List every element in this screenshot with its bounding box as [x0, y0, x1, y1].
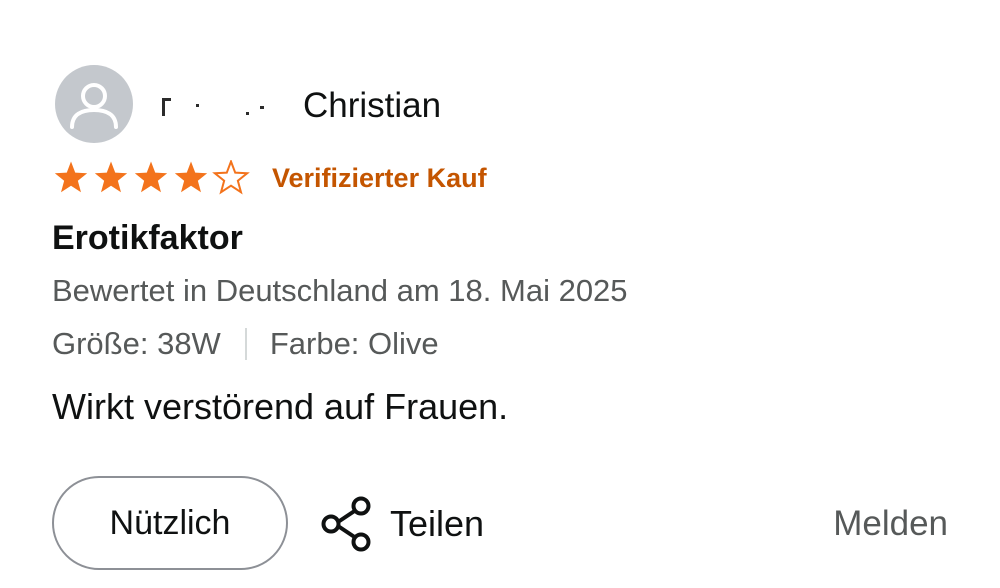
review-date: Bewertet in Deutschland am 18. Mai 2025 — [52, 273, 628, 308]
star-filled-icon — [174, 161, 208, 193]
star-empty-icon — [212, 160, 250, 195]
report-link[interactable]: Melden — [833, 502, 948, 546]
product-variant: Größe: 38W Farbe: Olive — [52, 325, 439, 363]
variant-divider — [244, 328, 247, 360]
review-body: Wirkt verstörend auf Frauen. — [52, 386, 509, 427]
star-rating-graphic — [54, 160, 250, 195]
user-silhouette-icon — [70, 83, 118, 129]
reviewer-name[interactable]: Christian — [303, 86, 441, 126]
share-button[interactable]: Teilen — [320, 496, 484, 552]
avatar — [55, 65, 133, 143]
verified-purchase-badge: Verifizierter Kauf — [272, 163, 487, 193]
share-nodes-icon — [321, 496, 371, 552]
helpful-button[interactable]: Nützlich — [52, 476, 288, 570]
review-title: Erotikfaktor — [52, 219, 243, 257]
star-filled-icon — [134, 161, 168, 193]
star-filled-icon — [94, 161, 128, 193]
variant-color: Farbe: Olive — [269, 326, 439, 361]
variant-size: Größe: 38W — [52, 326, 221, 361]
redacted-name — [160, 92, 270, 118]
star-filled-icon — [54, 161, 88, 193]
share-label: Teilen — [390, 503, 485, 544]
star-rating — [52, 160, 257, 196]
